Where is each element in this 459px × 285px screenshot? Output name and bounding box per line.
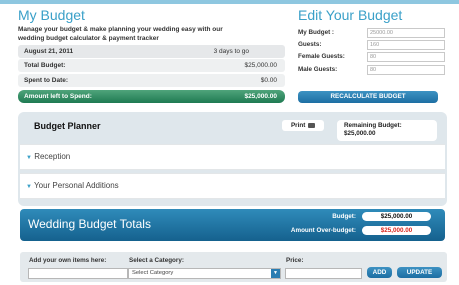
budget-planner-title: Budget Planner [34,121,101,131]
remaining-budget-label: Remaining Budget: [344,122,402,129]
over-budget-label: Amount Over-budget: [290,227,356,234]
female-guests-field[interactable]: 80 [367,52,445,62]
subtitle-line-2: wedding budget calculator & payment trac… [18,35,159,42]
my-budget-subtitle: Manage your budget & make planning your … [18,25,288,43]
price-input[interactable] [285,268,362,279]
price-label: Price: [286,257,304,264]
print-label: Print [290,122,306,129]
amount-left-label: Amount left to Spend: [24,93,92,100]
category-select[interactable]: Select Category ▼ [128,268,281,279]
spent-value: $0.00 [260,77,277,84]
my-budget-field[interactable]: 25000.00 [367,28,445,38]
chevron-down-icon: ▼ [26,184,32,190]
printer-icon [308,122,316,128]
own-items-label: Add your own items here: [29,257,107,264]
print-button[interactable]: Print [282,120,324,131]
my-budget-title: My Budget [18,7,85,23]
date-row: August 21, 2011 3 days to go [18,45,285,58]
female-guests-field-label: Female Guests: [298,53,345,60]
amount-left-row: Amount left to Spend: $25,000.00 [18,90,285,103]
top-header-strip [0,0,459,4]
subtitle-line-1: Manage your budget & make planning your … [18,26,223,33]
update-button[interactable]: UPDATE [397,267,442,278]
add-button[interactable]: ADD [367,267,392,278]
over-budget-value: $25,000.00 [362,226,431,235]
category-label: Select a Category: [129,257,184,264]
reception-section[interactable]: ▼ Reception [20,144,445,170]
my-budget-field-label: My Budget : [298,29,335,36]
edit-budget-title: Edit Your Budget [298,7,403,23]
chevron-down-icon: ▼ [26,155,32,161]
remaining-budget-value: $25,000.00 [344,130,376,137]
male-guests-field-label: Male Guests: [298,66,338,73]
budget-total-label: Budget: [332,213,356,220]
days-to-go: 3 days to go [213,48,249,55]
category-select-value: Select Category [132,270,174,276]
dropdown-arrow-icon: ▼ [271,269,280,278]
spent-label: Spent to Date: [24,77,69,84]
total-budget-value: $25,000.00 [244,62,277,69]
totals-title: Wedding Budget Totals [28,217,151,231]
male-guests-field[interactable]: 80 [367,65,445,75]
amount-left-value: $25,000.00 [244,93,277,100]
personal-additions-section[interactable]: ▼ Your Personal Additions [20,173,445,199]
spent-row: Spent to Date: $0.00 [18,74,285,87]
reception-label: Reception [34,152,71,161]
guests-field[interactable]: 160 [367,40,445,50]
remaining-budget-box: Remaining Budget: $25,000.00 [337,120,437,141]
total-budget-label: Total Budget: [24,62,66,69]
guests-field-label: Guests: [298,41,322,48]
current-date: August 21, 2011 [24,48,74,55]
own-item-input[interactable] [28,268,128,279]
recalculate-budget-button[interactable]: RECALCULATE BUDGET [298,91,438,103]
personal-additions-label: Your Personal Additions [34,181,119,190]
total-budget-row: Total Budget: $25,000.00 [18,59,285,72]
budget-total-value: $25,000.00 [362,212,431,221]
